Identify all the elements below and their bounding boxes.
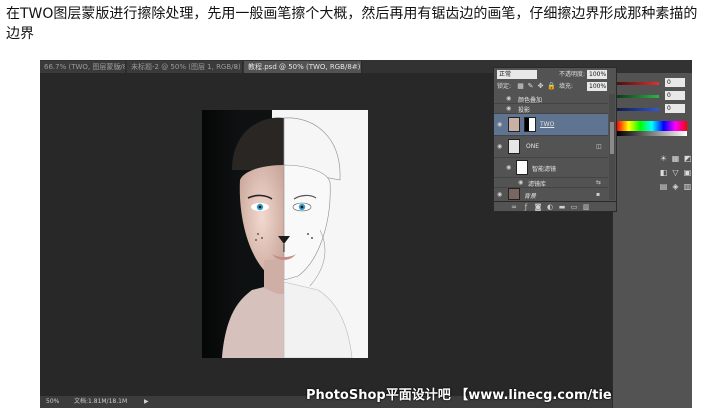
- filter-mask-thumbnail[interactable]: [516, 160, 528, 175]
- hue-icon[interactable]: ▣: [683, 169, 692, 177]
- photo-filter-icon[interactable]: ▤: [659, 183, 668, 191]
- lock-pixels-icon[interactable]: ✎: [527, 82, 534, 91]
- eye-icon[interactable]: ◉: [506, 164, 511, 171]
- tab-document-3[interactable]: 教程.psd @ 50% (TWO, RGB/8#) * ×: [244, 61, 362, 73]
- eye-icon[interactable]: ◉: [497, 191, 502, 198]
- fx-icon[interactable]: ƒ: [522, 203, 530, 211]
- eye-icon[interactable]: ◉: [497, 143, 502, 150]
- color-panel: 0 0 0: [613, 73, 692, 119]
- folder-icon[interactable]: ▬: [558, 203, 566, 211]
- blue-slider[interactable]: [617, 108, 659, 111]
- layer-one[interactable]: ◉ ONE ◫: [494, 136, 608, 158]
- fill-input[interactable]: 100%: [587, 82, 607, 91]
- zoom-level[interactable]: 50%: [46, 396, 59, 408]
- layer-name: TWO: [540, 121, 555, 128]
- layer-thumbnail: [508, 139, 520, 154]
- blue-value[interactable]: 0: [665, 104, 685, 113]
- mask-icon[interactable]: ◙: [534, 203, 542, 211]
- lock-label: 锁定:: [497, 83, 512, 90]
- grayscale-ramp[interactable]: [617, 131, 687, 136]
- layer-name: 背景: [524, 193, 537, 200]
- tab-document-1[interactable]: 66.7% (TWO, 图层蒙版/8) * ×: [40, 61, 126, 73]
- scrollbar-thumb[interactable]: [610, 122, 614, 154]
- layer-filter-gallery[interactable]: ◉ 滤镜库 ⇆: [494, 178, 608, 188]
- layer-name: 投影: [518, 107, 531, 114]
- eye-icon[interactable]: ◉: [506, 95, 511, 102]
- document-info: 文档:1.81M/18.1M: [74, 398, 128, 405]
- filter-options-icon[interactable]: ⇆: [596, 179, 601, 186]
- photoshop-window: 66.7% (TWO, 图层蒙版/8) * × 未标题-2 @ 50% (图层 …: [40, 60, 692, 408]
- layer-name: 颜色叠加: [518, 97, 543, 104]
- tab-label: 未标题-2 @ 50% (图层 1, RGB/8) *: [131, 63, 243, 71]
- portrait-image: [202, 110, 368, 358]
- blend-mode-select[interactable]: 正常: [497, 70, 537, 79]
- status-menu-arrow-icon[interactable]: ▶: [144, 396, 149, 408]
- smart-object-icon: ◫: [596, 143, 602, 150]
- layer-list: ◉ 颜色叠加 ◉ 投影 ◉ TWO ◉ ONE ◫ ◉ 智能滤镜 ◉ 滤镜库 ⇆…: [494, 94, 608, 200]
- layer-thumbnail: [508, 188, 520, 200]
- layer-effect-color-overlay[interactable]: ◉ 颜色叠加: [494, 94, 608, 104]
- eye-icon[interactable]: ◉: [497, 121, 502, 128]
- new-layer-icon[interactable]: ▭: [570, 203, 578, 211]
- red-slider[interactable]: [617, 82, 659, 85]
- tab-label: 教程.psd @ 50% (TWO, RGB/8#) *: [248, 63, 362, 71]
- layer-name: 滤镜库: [528, 181, 547, 188]
- brightness-icon[interactable]: ☀: [659, 155, 668, 163]
- color-spectrum[interactable]: [617, 121, 687, 131]
- fill-label: 填充:: [559, 83, 574, 90]
- channel-mixer-icon[interactable]: ◈: [671, 183, 680, 191]
- opacity-input[interactable]: 100%: [587, 70, 607, 79]
- layer-smart-filters[interactable]: ◉ 智能滤镜: [494, 158, 608, 178]
- layer-thumbnail: [508, 117, 520, 132]
- vibrance-icon[interactable]: ▽: [671, 169, 680, 177]
- layer-two[interactable]: ◉ TWO: [494, 114, 608, 136]
- layers-footer: ∞ ƒ ◙ ◐ ▬ ▭ ▥: [494, 201, 616, 212]
- trash-icon[interactable]: ▥: [582, 203, 590, 211]
- invert-icon[interactable]: ▥: [683, 183, 692, 191]
- curves-icon[interactable]: ◩: [683, 155, 692, 163]
- red-value[interactable]: 0: [665, 78, 685, 87]
- layer-name: ONE: [526, 143, 540, 150]
- eye-icon[interactable]: ◉: [518, 179, 523, 186]
- exposure-icon[interactable]: ◧: [659, 169, 668, 177]
- tab-label: 66.7% (TWO, 图层蒙版/8) *: [44, 63, 125, 71]
- layer-name: 智能滤镜: [532, 166, 557, 173]
- tab-document-2[interactable]: 未标题-2 @ 50% (图层 1, RGB/8) * ×: [127, 61, 243, 73]
- layer-mask-thumbnail[interactable]: [524, 117, 536, 132]
- opacity-label: 不透明度:: [559, 71, 586, 78]
- lock-icon: ▪: [596, 191, 601, 198]
- layers-scrollbar[interactable]: [609, 94, 615, 200]
- caption-text: 在TWO图层蒙版进行擦除处理，先用一般画笔擦个大概，然后再用有锯齿边的画笔，仔细…: [6, 6, 698, 42]
- close-icon[interactable]: ×: [116, 61, 122, 73]
- levels-icon[interactable]: ▦: [671, 155, 680, 163]
- lock-position-icon[interactable]: ✥: [537, 82, 544, 91]
- lock-all-icon[interactable]: 🔒: [547, 82, 556, 91]
- green-value[interactable]: 0: [665, 91, 685, 100]
- lock-transparency-icon[interactable]: ▦: [517, 82, 524, 91]
- adjustment-icon[interactable]: ◐: [546, 203, 554, 211]
- close-icon[interactable]: ×: [233, 61, 239, 73]
- layer-effect-drop-shadow[interactable]: ◉ 投影: [494, 104, 608, 114]
- link-icon[interactable]: ∞: [510, 203, 518, 211]
- green-slider[interactable]: [617, 95, 659, 98]
- layer-background[interactable]: ◉ 背景 ▪: [494, 188, 608, 200]
- eye-icon[interactable]: ◉: [506, 105, 511, 112]
- close-icon[interactable]: ×: [352, 61, 358, 73]
- layers-panel: 正常 不透明度: 100% 锁定: ▦ ✎ ✥ 🔒 填充: 100% ◉ 颜色叠…: [493, 67, 617, 212]
- document-image[interactable]: [202, 110, 368, 358]
- right-panel: 0 0 0 ☀ ▦ ◩ ◧ ▽ ▣ ▤ ◈ ▥: [612, 73, 692, 408]
